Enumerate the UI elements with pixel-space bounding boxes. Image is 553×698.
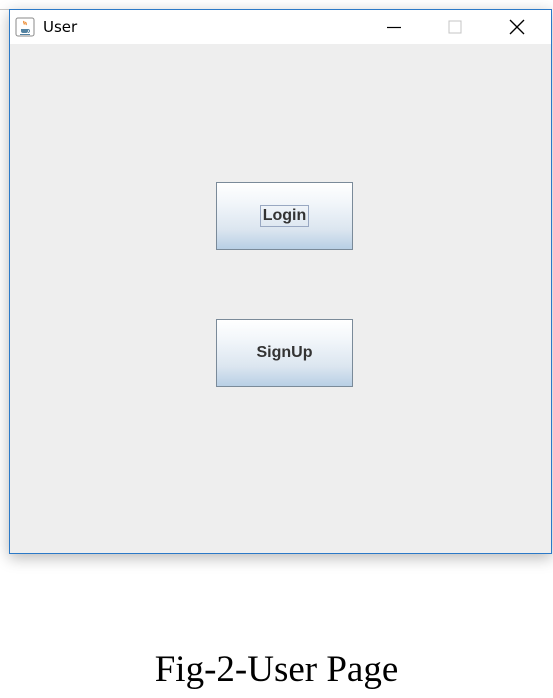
user-window: User Login SignUp	[9, 9, 552, 554]
login-button-label: Login	[259, 205, 310, 227]
close-button[interactable]	[494, 10, 540, 44]
background-edge-line	[0, 9, 9, 10]
window-title: User	[43, 18, 78, 36]
maximize-icon	[448, 20, 462, 34]
signup-button[interactable]: SignUp	[216, 319, 353, 387]
maximize-button[interactable]	[432, 10, 478, 44]
login-button[interactable]: Login	[216, 182, 353, 250]
figure-caption: Fig-2-User Page	[154, 649, 399, 690]
close-icon	[509, 19, 525, 35]
title-bar[interactable]: User	[10, 10, 551, 44]
minimize-icon	[387, 26, 401, 29]
signup-button-label: SignUp	[256, 344, 313, 361]
window-content: Login SignUp	[10, 44, 551, 553]
minimize-button[interactable]	[371, 10, 417, 44]
java-coffee-cup-icon	[15, 17, 35, 37]
